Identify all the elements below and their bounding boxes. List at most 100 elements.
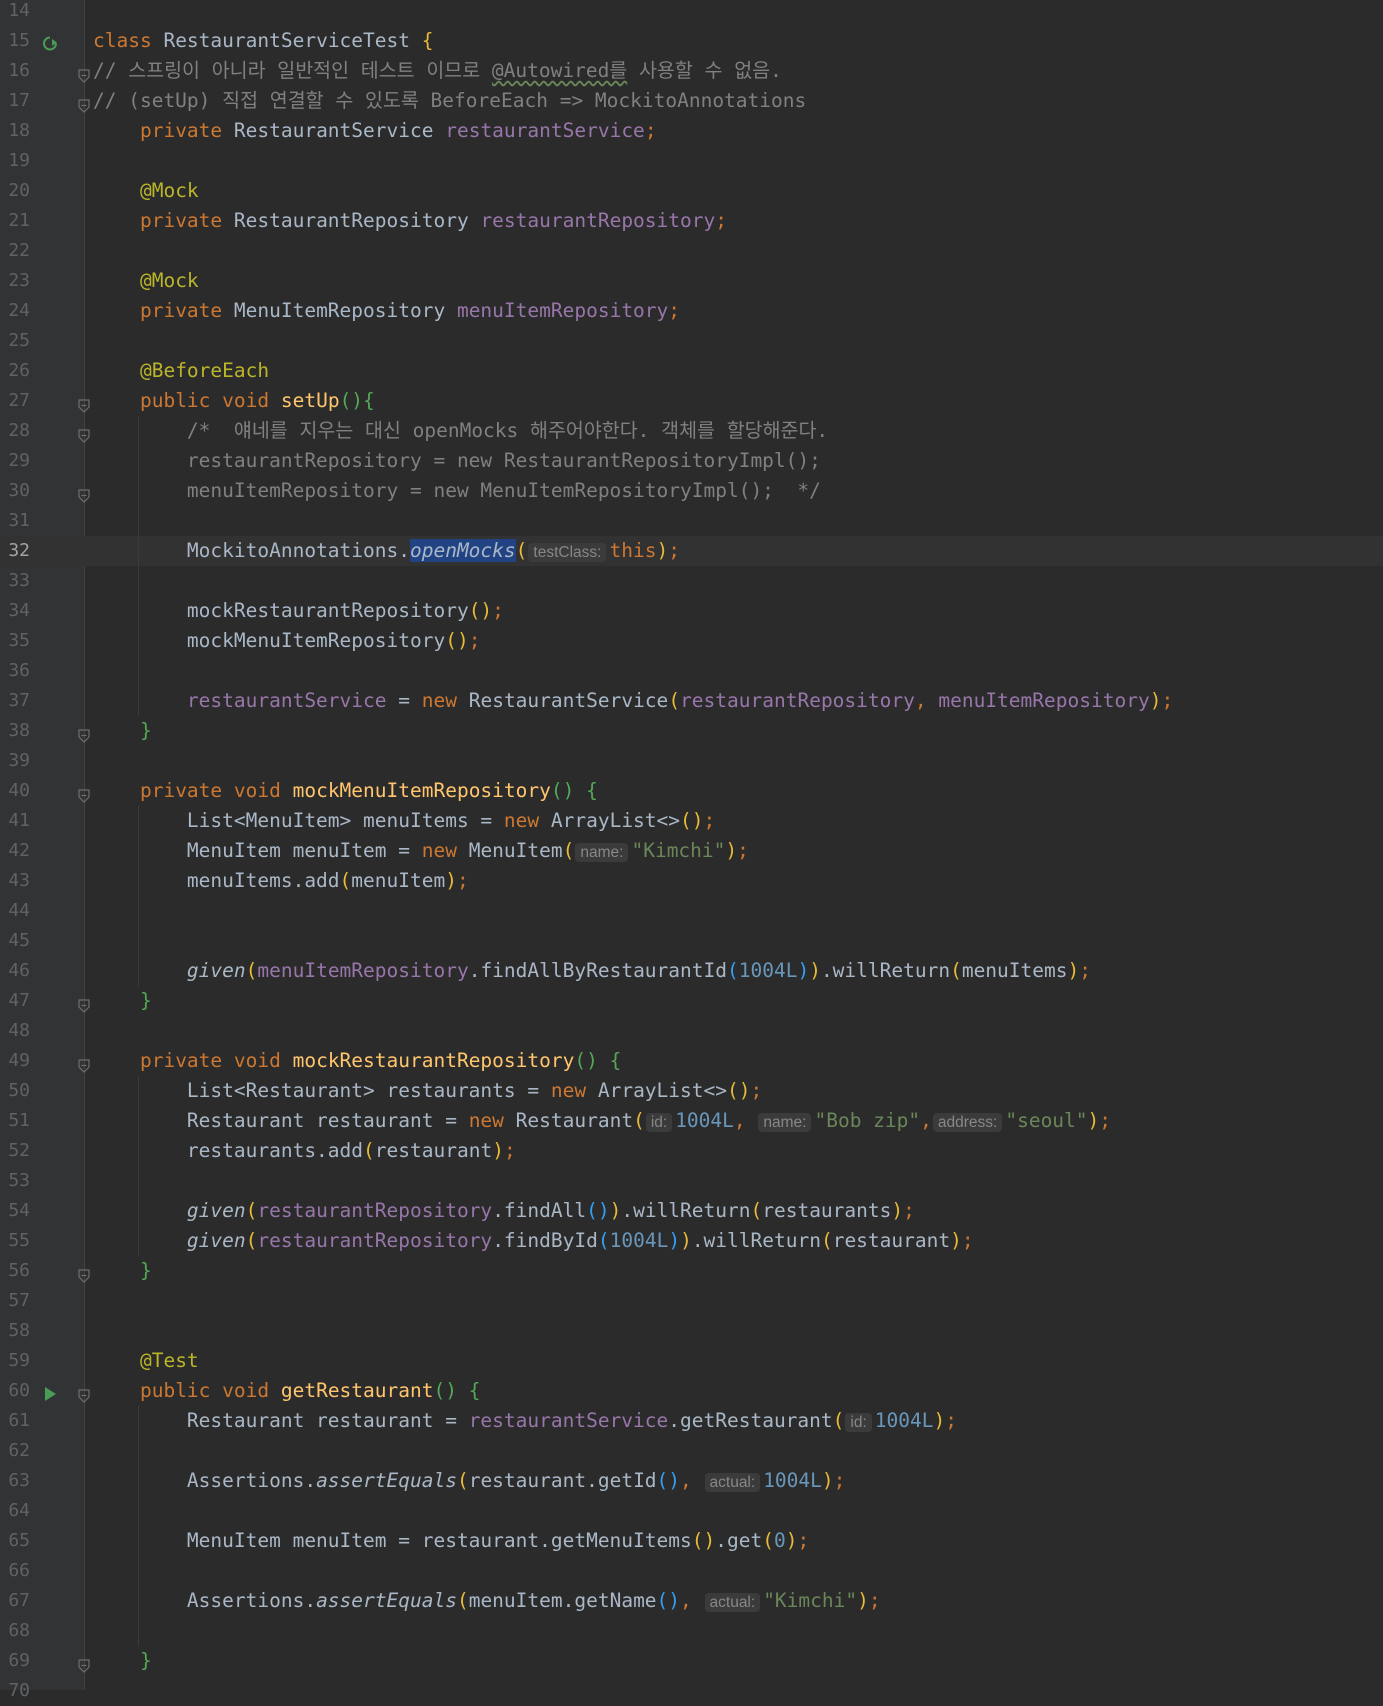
code-text[interactable]: public void setUp(){ [93, 386, 375, 416]
code-text[interactable]: // (setUp) 직접 연결할 수 있도록 BeforeEach => Mo… [93, 86, 806, 116]
code-text[interactable]: /* 얘네를 지우는 대신 openMocks 해주어야한다. 객체를 할당해준… [93, 416, 828, 446]
code-text[interactable]: given(restaurantRepository.findAll()).wi… [93, 1196, 915, 1226]
code-line[interactable]: 70 [0, 1676, 1383, 1706]
code-line[interactable]: 41 List<MenuItem> menuItems = new ArrayL… [0, 806, 1383, 836]
code-line[interactable]: 69 } [0, 1646, 1383, 1676]
fold-marker-icon[interactable] [78, 1054, 90, 1073]
code-text[interactable]: given(menuItemRepository.findAllByRestau… [93, 956, 1091, 986]
code-text[interactable]: @BeforeEach [93, 356, 269, 386]
code-text[interactable]: MenuItem menuItem = new MenuItem(name: "K… [93, 836, 749, 868]
code-line[interactable]: 33 [0, 566, 1383, 596]
run-test-icon[interactable] [42, 1383, 58, 1401]
code-text[interactable]: mockRestaurantRepository(); [93, 596, 504, 626]
code-text[interactable]: private void mockMenuItemRepository() { [93, 776, 598, 806]
code-line[interactable]: 24 private MenuItemRepository menuItemRe… [0, 296, 1383, 326]
code-text[interactable]: restaurantService = new RestaurantServic… [93, 686, 1173, 716]
code-text[interactable]: restaurantRepository = new RestaurantRep… [93, 446, 821, 476]
fold-marker-icon[interactable] [78, 784, 90, 803]
code-line[interactable]: 59 @Test [0, 1346, 1383, 1376]
code-text[interactable]: class RestaurantServiceTest { [93, 26, 433, 56]
code-text[interactable]: MenuItem menuItem = restaurant.getMenuIt… [93, 1526, 809, 1556]
code-line[interactable]: 49 private void mockRestaurantRepository… [0, 1046, 1383, 1076]
code-line[interactable]: 68 [0, 1616, 1383, 1646]
code-line[interactable]: 47 } [0, 986, 1383, 1016]
code-line[interactable]: 61 Restaurant restaurant = restaurantSer… [0, 1406, 1383, 1436]
fold-marker-icon[interactable] [78, 1384, 90, 1403]
code-line[interactable]: 50 List<Restaurant> restaurants = new Ar… [0, 1076, 1383, 1106]
code-text[interactable]: private void mockRestaurantRepository() … [93, 1046, 621, 1076]
code-line[interactable]: 43 menuItems.add(menuItem); [0, 866, 1383, 896]
code-line[interactable]: 55 given(restaurantRepository.findById(1… [0, 1226, 1383, 1256]
code-line[interactable]: 36 [0, 656, 1383, 686]
code-line[interactable]: 56 } [0, 1256, 1383, 1286]
code-text[interactable]: // 스프링이 아니라 일반적인 테스트 이므로 @Autowired를 사용할… [93, 56, 782, 86]
code-line[interactable]: 46 given(menuItemRepository.findAllByRes… [0, 956, 1383, 986]
code-text[interactable]: private RestaurantService restaurantServ… [93, 116, 657, 146]
code-text[interactable]: private RestaurantRepository restaurantR… [93, 206, 727, 236]
code-text[interactable]: } [93, 986, 152, 1016]
code-line[interactable]: 29 restaurantRepository = new Restaurant… [0, 446, 1383, 476]
code-line[interactable]: 28 /* 얘네를 지우는 대신 openMocks 해주어야한다. 객체를 할… [0, 416, 1383, 446]
code-line[interactable]: 48 [0, 1016, 1383, 1046]
code-line[interactable]: 62 [0, 1436, 1383, 1466]
code-text[interactable]: Assertions.assertEquals(restaurant.getId… [93, 1466, 845, 1498]
code-text[interactable]: mockMenuItemRepository(); [93, 626, 481, 656]
code-text[interactable]: Restaurant restaurant = restaurantServic… [93, 1406, 957, 1438]
code-line[interactable]: 60 public void getRestaurant() { [0, 1376, 1383, 1406]
code-text[interactable]: @Mock [93, 266, 199, 296]
code-line[interactable]: 44 [0, 896, 1383, 926]
code-text[interactable]: } [93, 1646, 152, 1676]
code-line[interactable]: 16 // 스프링이 아니라 일반적인 테스트 이므로 @Autowired를 사… [0, 56, 1383, 86]
code-text[interactable]: Restaurant restaurant = new Restaurant(i… [93, 1106, 1111, 1138]
code-line[interactable]: 67 Assertions.assertEquals(menuItem.getN… [0, 1586, 1383, 1616]
code-line[interactable]: 15 class RestaurantServiceTest { [0, 26, 1383, 56]
code-line[interactable]: 63 Assertions.assertEquals(restaurant.ge… [0, 1466, 1383, 1496]
fold-marker-icon[interactable] [78, 64, 90, 83]
code-line[interactable]: 20 @Mock [0, 176, 1383, 206]
code-text[interactable]: @Mock [93, 176, 199, 206]
code-line[interactable]: 42 MenuItem menuItem = new MenuItem(name… [0, 836, 1383, 866]
code-text[interactable]: Assertions.assertEquals(menuItem.getName… [93, 1586, 881, 1618]
code-line[interactable]: 21 private RestaurantRepository restaura… [0, 206, 1383, 236]
code-text[interactable]: } [93, 1256, 152, 1286]
code-line[interactable]: 22 [0, 236, 1383, 266]
fold-marker-icon[interactable] [78, 424, 90, 443]
fold-marker-icon[interactable] [78, 94, 90, 113]
code-line[interactable]: 25 [0, 326, 1383, 356]
code-line[interactable]: 26 @BeforeEach [0, 356, 1383, 386]
code-line[interactable]: 17 // (setUp) 직접 연결할 수 있도록 BeforeEach => … [0, 86, 1383, 116]
code-line[interactable]: 54 given(restaurantRepository.findAll())… [0, 1196, 1383, 1226]
code-line[interactable]: 35 mockMenuItemRepository(); [0, 626, 1383, 656]
code-line[interactable]: 51 Restaurant restaurant = new Restauran… [0, 1106, 1383, 1136]
code-line[interactable]: 37 restaurantService = new RestaurantSer… [0, 686, 1383, 716]
code-line[interactable]: 19 [0, 146, 1383, 176]
code-line[interactable]: 57 [0, 1286, 1383, 1316]
code-text[interactable]: restaurants.add(restaurant); [93, 1136, 516, 1166]
code-line[interactable]: 32 MockitoAnnotations.openMocks(testClas… [0, 536, 1383, 566]
code-line[interactable]: 39 [0, 746, 1383, 776]
code-line[interactable]: 38 } [0, 716, 1383, 746]
code-text[interactable]: } [93, 716, 152, 746]
code-line[interactable]: 65 MenuItem menuItem = restaurant.getMen… [0, 1526, 1383, 1556]
code-line[interactable]: 18 private RestaurantService restaurantS… [0, 116, 1383, 146]
code-text[interactable]: MockitoAnnotations.openMocks(testClass: t… [93, 536, 680, 568]
code-line[interactable]: 52 restaurants.add(restaurant); [0, 1136, 1383, 1166]
code-line[interactable]: 30 menuItemRepository = new MenuItemRepo… [0, 476, 1383, 506]
code-text[interactable]: @Test [93, 1346, 199, 1376]
code-line[interactable]: 31 [0, 506, 1383, 536]
code-line[interactable]: 66 [0, 1556, 1383, 1586]
fold-marker-icon[interactable] [78, 1264, 90, 1283]
code-text[interactable]: private MenuItemRepository menuItemRepos… [93, 296, 680, 326]
code-text[interactable]: given(restaurantRepository.findById(1004… [93, 1226, 974, 1256]
fold-marker-icon[interactable] [78, 724, 90, 743]
run-class-icon[interactable] [42, 33, 58, 51]
code-line[interactable]: 23 @Mock [0, 266, 1383, 296]
code-line[interactable]: 27 public void setUp(){ [0, 386, 1383, 416]
code-text[interactable]: public void getRestaurant() { [93, 1376, 481, 1406]
code-line[interactable]: 34 mockRestaurantRepository(); [0, 596, 1383, 626]
code-text[interactable]: menuItemRepository = new MenuItemReposit… [93, 476, 821, 506]
code-text[interactable]: List<MenuItem> menuItems = new ArrayList… [93, 806, 715, 836]
code-line[interactable]: 64 [0, 1496, 1383, 1526]
code-line[interactable]: 53 [0, 1166, 1383, 1196]
code-line[interactable]: 58 [0, 1316, 1383, 1346]
